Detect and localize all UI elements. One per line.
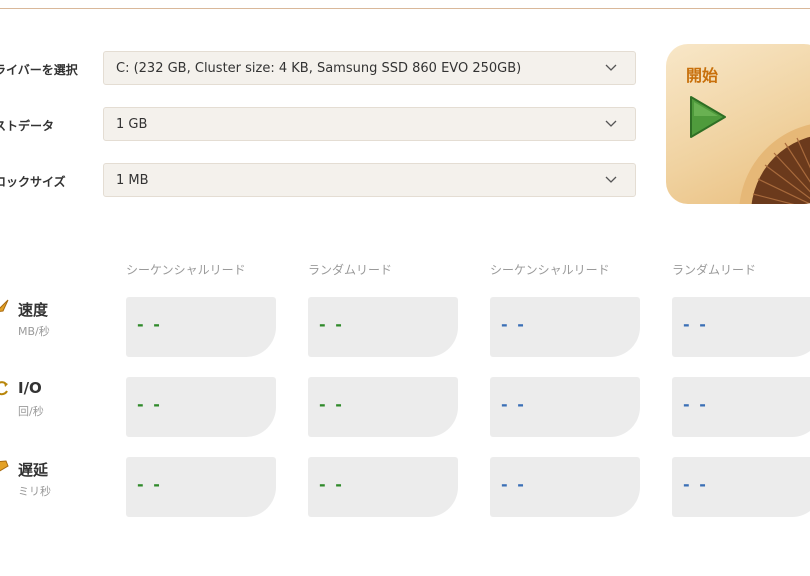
result-value: - - <box>319 395 344 414</box>
row-unit-speed: MB/秒 <box>18 325 50 338</box>
result-value: - - <box>683 315 708 334</box>
result-cell: - - <box>126 297 276 357</box>
io-icon <box>0 381 8 396</box>
result-value: - - <box>137 395 162 414</box>
block-size-select-value: 1 MB <box>116 173 149 188</box>
drive-select[interactable]: C: (232 GB, Cluster size: 4 KB, Samsung … <box>103 51 636 85</box>
result-cell: - - <box>490 457 640 517</box>
result-value: - - <box>319 475 344 494</box>
result-cell: - - <box>308 297 458 357</box>
result-cell: - - <box>672 457 810 517</box>
row-title-io: I/O <box>18 379 42 397</box>
result-cell: - - <box>672 377 810 437</box>
row-title-speed: 速度 <box>18 301 49 319</box>
result-value: - - <box>319 315 344 334</box>
col-header-random-read: ランダムリード <box>308 263 393 277</box>
result-value: - - <box>137 315 162 334</box>
row-unit-latency: ミリ秒 <box>18 485 51 498</box>
chevron-down-icon <box>605 176 617 183</box>
result-cell: - - <box>308 377 458 437</box>
latency-icon <box>0 460 9 472</box>
start-button[interactable]: 開始 <box>666 44 810 204</box>
result-value: - - <box>137 475 162 494</box>
chevron-down-icon <box>605 64 617 71</box>
result-cell: - - <box>308 457 458 517</box>
drive-label: ライバーを選択 <box>0 63 78 77</box>
test-data-select-value: 1 GB <box>116 117 148 132</box>
result-cell: - - <box>126 377 276 437</box>
result-cell: - - <box>490 297 640 357</box>
result-value: - - <box>501 315 526 334</box>
start-button-label: 開始 <box>686 66 719 85</box>
block-size-select[interactable]: 1 MB <box>103 163 636 197</box>
header-divider <box>0 8 810 9</box>
row-title-latency: 遅延 <box>18 461 49 479</box>
col-header-random-read-2: ランダムリード <box>672 263 757 277</box>
test-data-label: ストデータ <box>0 119 55 133</box>
result-cell: - - <box>490 377 640 437</box>
speed-icon <box>0 299 9 312</box>
row-unit-io: 回/秒 <box>18 405 44 418</box>
result-value: - - <box>683 475 708 494</box>
result-value: - - <box>501 475 526 494</box>
col-header-seq-read: シーケンシャルリード <box>126 263 246 277</box>
test-data-select[interactable]: 1 GB <box>103 107 636 141</box>
play-icon <box>690 96 726 138</box>
block-size-label: ロックサイズ <box>0 175 66 189</box>
col-header-seq-read-2: シーケンシャルリード <box>490 263 610 277</box>
result-cell: - - <box>672 297 810 357</box>
result-value: - - <box>501 395 526 414</box>
drive-select-value: C: (232 GB, Cluster size: 4 KB, Samsung … <box>116 61 522 76</box>
chevron-down-icon <box>605 120 617 127</box>
result-value: - - <box>683 395 708 414</box>
result-cell: - - <box>126 457 276 517</box>
